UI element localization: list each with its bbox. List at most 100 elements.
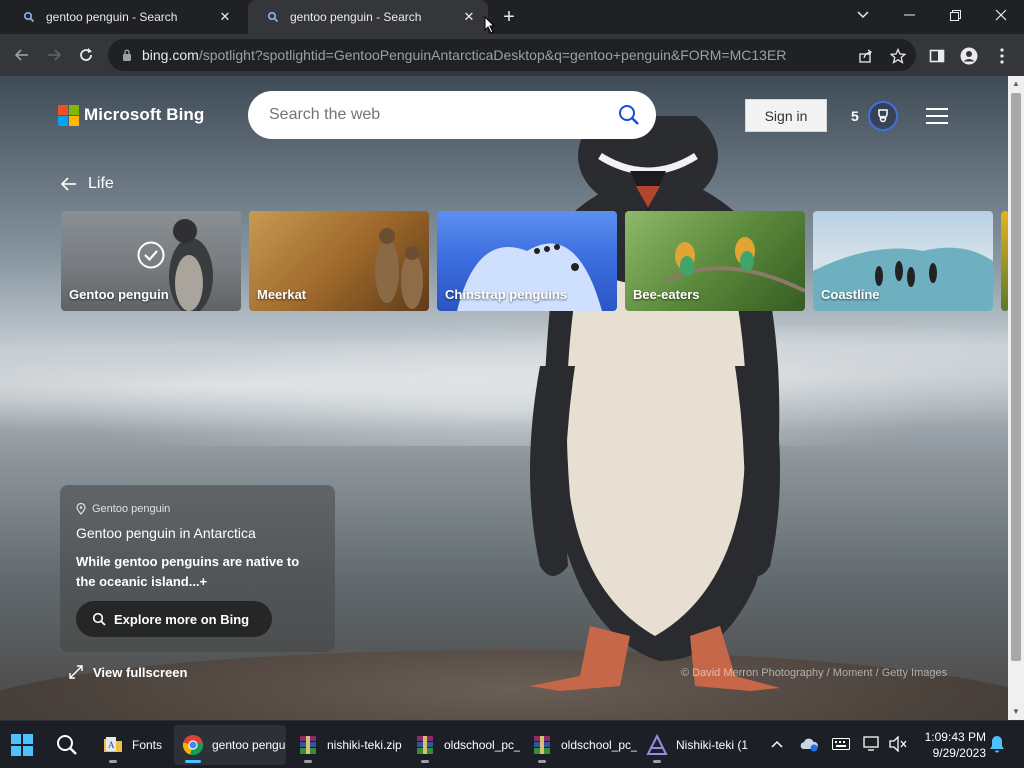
bookmark-star-icon[interactable] (888, 46, 908, 66)
tab-close-icon[interactable]: ✕ (216, 8, 234, 26)
taskbar-app-winrar-2[interactable]: oldschool_pc_ (406, 725, 520, 765)
menu-kebab-icon[interactable] (991, 45, 1013, 67)
running-indicator (421, 760, 429, 763)
url-path: /spotlight?spotlightid=GentooPenguinAnta… (198, 47, 787, 63)
profile-icon[interactable] (958, 45, 980, 67)
category-breadcrumb[interactable]: Life (60, 175, 114, 193)
card-chinstrap-penguins[interactable]: Chinstrap penguins (437, 211, 617, 311)
category-label: Life (88, 175, 114, 192)
back-icon[interactable] (8, 41, 36, 69)
running-indicator (185, 760, 201, 763)
card-label: Bee-eaters (633, 287, 700, 302)
bing-search-favicon-icon (22, 10, 36, 24)
view-fullscreen-link[interactable]: View fullscreen (68, 664, 187, 680)
search-input[interactable] (269, 106, 599, 124)
volume-muted-icon[interactable] (887, 733, 909, 755)
expand-plus-icon[interactable]: + (200, 574, 208, 589)
microsoft-logo-icon (58, 105, 79, 126)
location-pin-icon (76, 502, 86, 515)
rewards-trophy-icon[interactable] (868, 101, 898, 131)
explore-more-button[interactable]: Explore more on Bing (76, 601, 272, 637)
winrar-icon (297, 734, 319, 756)
tab-active[interactable]: gentoo penguin - Search ✕ (248, 0, 488, 34)
microsoft-bing-logo[interactable]: Microsoft Bing (58, 105, 204, 126)
location-label: Gentoo penguin (92, 503, 171, 515)
description-text: While gentoo penguins are native to the … (76, 554, 300, 589)
taskbar-app-label: oldschool_pc_ (444, 738, 520, 752)
card-label: Meerkat (257, 287, 307, 302)
forward-icon[interactable] (40, 41, 68, 69)
address-bar[interactable]: bing.com/spotlight?spotlightid=GentooPen… (108, 39, 916, 71)
new-tab-button[interactable]: + (498, 6, 520, 28)
search-icon[interactable] (618, 104, 640, 126)
card-coastline[interactable]: Coastline (813, 211, 993, 311)
tab-search-chevron-icon[interactable] (840, 0, 886, 30)
scroll-up-arrow-icon[interactable]: ▲ (1012, 80, 1020, 88)
taskbar-app-label: Nishiki-teki (1 (676, 738, 749, 752)
tab-close-icon[interactable]: ✕ (460, 8, 478, 26)
mouse-cursor-icon (484, 15, 496, 34)
winrar-icon (414, 734, 436, 756)
card-bee-eaters[interactable]: Bee-eaters (625, 211, 805, 311)
rewards-points[interactable]: 5 (851, 108, 859, 124)
location-tag: Gentoo penguin (76, 502, 171, 515)
taskbar-app-winrar-1[interactable]: nishiki-teki.zip (289, 725, 403, 765)
taskbar-search-icon[interactable] (55, 733, 79, 757)
close-window-icon[interactable] (978, 0, 1024, 30)
keyboard-icon[interactable] (830, 733, 852, 755)
share-icon[interactable] (856, 46, 876, 66)
running-indicator (304, 760, 312, 763)
side-panel-icon[interactable] (926, 45, 948, 67)
scrollbar-thumb[interactable] (1011, 93, 1021, 661)
background-clouds (0, 326, 1008, 446)
notification-bell-icon[interactable] (986, 733, 1008, 755)
taskbar-clock[interactable]: 1:09:43 PM 9/29/2023 (914, 729, 986, 761)
tab-strip: gentoo penguin - Search ✕ gentoo penguin… (0, 0, 1024, 34)
bing-spotlight-page: Microsoft Bing Sign in 5 Life Gentoo pen… (0, 76, 1008, 720)
spotlight-headline[interactable]: Gentoo penguin in Antarctica (76, 525, 256, 541)
onedrive-icon[interactable] (798, 733, 820, 755)
bing-search-favicon-icon (266, 10, 280, 24)
winrar-icon (531, 734, 553, 756)
clock-date: 9/29/2023 (932, 746, 986, 760)
card-gentoo-penguin[interactable]: Gentoo penguin (61, 211, 241, 311)
url-text: bing.com/spotlight?spotlightid=GentooPen… (142, 47, 786, 63)
restore-icon[interactable] (932, 0, 978, 30)
network-display-icon[interactable] (861, 733, 883, 755)
background-rock (0, 650, 1008, 720)
tab-title: gentoo penguin - Search (46, 10, 178, 24)
search-icon (92, 612, 106, 626)
reload-icon[interactable] (72, 41, 100, 69)
svg-text:A: A (108, 740, 115, 750)
browser-toolbar: bing.com/spotlight?spotlightid=GentooPen… (0, 34, 1024, 76)
tab-inactive[interactable]: gentoo penguin - Search ✕ (4, 0, 244, 34)
fontforge-icon (646, 733, 668, 756)
windows-start-icon[interactable] (10, 733, 34, 757)
minimize-icon[interactable] (886, 0, 932, 30)
taskbar-app-chrome[interactable]: gentoo pengu (174, 725, 286, 765)
url-host: bing.com (142, 47, 199, 63)
running-indicator (538, 760, 546, 763)
lock-icon[interactable] (120, 48, 134, 62)
bing-search-box[interactable] (248, 91, 656, 139)
card-label: Coastline (821, 287, 880, 302)
show-hidden-icons-chevron-icon[interactable] (766, 733, 788, 755)
taskbar-app-label: gentoo pengu (212, 738, 286, 752)
taskbar-app-fonts[interactable]: A Fonts (94, 725, 168, 765)
hamburger-menu-icon[interactable] (926, 108, 948, 124)
scroll-down-arrow-icon[interactable]: ▼ (1012, 708, 1020, 716)
card-label: Chinstrap penguins (445, 287, 568, 302)
penguin-photo (530, 116, 780, 691)
page-scrollbar[interactable]: ▲ ▼ (1008, 76, 1024, 720)
card-next-partial[interactable] (1001, 211, 1008, 311)
expand-diagonal-icon (68, 664, 84, 680)
taskbar-app-fontforge[interactable]: Nishiki-teki (1 (638, 725, 754, 765)
folder-icon: A (102, 734, 124, 756)
selected-check-icon (137, 241, 165, 269)
sign-in-button[interactable]: Sign in (745, 99, 827, 132)
card-meerkat[interactable]: Meerkat (249, 211, 429, 311)
taskbar-app-label: nishiki-teki.zip (327, 738, 402, 752)
taskbar-app-winrar-3[interactable]: oldschool_pc_ (523, 725, 637, 765)
back-arrow-icon[interactable] (60, 175, 78, 193)
clock-time: 1:09:43 PM (924, 730, 986, 744)
